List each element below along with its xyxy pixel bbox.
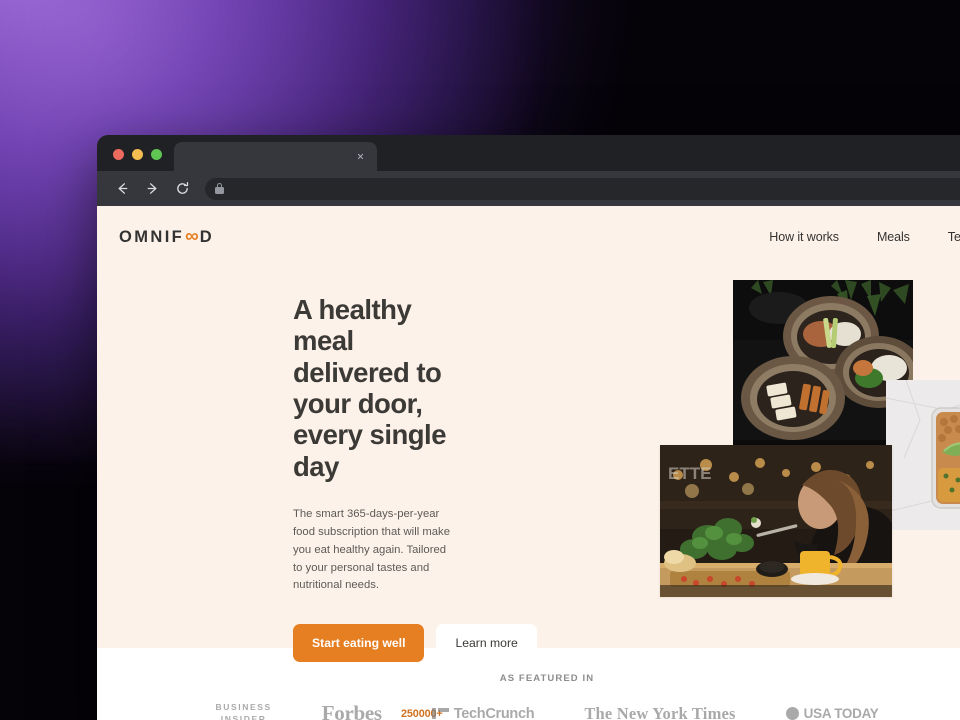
maximize-window-button[interactable]	[151, 149, 162, 160]
address-bar[interactable]	[205, 177, 960, 200]
hero-section: OMNIF ∞ D How it works Meals Testi A hea…	[97, 206, 960, 720]
hero-cta-group: Start eating well Learn more	[293, 624, 537, 663]
start-eating-well-button[interactable]: Start eating well	[293, 624, 425, 663]
logo-text-prefix: OMNIF	[119, 227, 185, 246]
browser-toolbar	[97, 171, 960, 206]
featured-brand-logos: BUSINESS INSIDER Forbes TechCrunch The N…	[97, 701, 960, 720]
arrow-left-icon	[118, 183, 127, 194]
omnifood-logo[interactable]: OMNIF ∞ D	[119, 226, 214, 248]
svg-text:ETTE: ETTE	[668, 464, 711, 483]
brand-usa-today-label: USA TODAY	[803, 706, 879, 720]
brand-business-insider-line2: INSIDER	[220, 713, 267, 720]
featured-in-heading: AS FEATURED IN	[499, 673, 595, 684]
brand-usa-today: USA TODAY	[785, 706, 879, 720]
hero-text-block: A healthy meal delivered to your door, e…	[97, 294, 537, 720]
brand-techcrunch-label: TechCrunch	[453, 705, 535, 720]
web-page: OMNIF ∞ D How it works Meals Testi A hea…	[97, 206, 960, 720]
padlock-icon	[215, 183, 224, 194]
arrow-right-icon	[147, 183, 156, 194]
forward-button[interactable]	[137, 174, 167, 204]
brand-business-insider-line1: BUSINESS	[215, 702, 272, 713]
brand-techcrunch: TechCrunch	[431, 705, 535, 720]
window-traffic-lights	[97, 149, 174, 171]
hero-description: The smart 365-days-per-year food subscri…	[293, 508, 450, 592]
nav-link-how-it-works[interactable]: How it works	[769, 230, 839, 244]
infinity-icon: ∞	[185, 226, 199, 247]
brand-forbes: Forbes	[321, 701, 382, 720]
browser-tab[interactable]: ×	[174, 142, 377, 171]
photo-woman-image: ETTE	[660, 445, 892, 597]
brand-business-insider: BUSINESS INSIDER	[216, 702, 272, 720]
logo-text-suffix: D	[199, 227, 215, 246]
minimize-window-button[interactable]	[132, 149, 143, 160]
hero-image-collage: ETTE	[660, 280, 960, 620]
photo-containers	[886, 380, 960, 530]
learn-more-button[interactable]: Learn more	[436, 624, 537, 663]
page-title: A healthy meal delivered to your door, e…	[293, 294, 446, 482]
back-button[interactable]	[107, 174, 137, 204]
photo-woman: ETTE	[660, 445, 892, 597]
hero: A healthy meal delivered to your door, e…	[97, 268, 960, 720]
techcrunch-mark-icon	[431, 708, 449, 719]
nav-link-testimonials[interactable]: Testi	[948, 230, 960, 244]
photo-containers-image	[886, 380, 960, 530]
browser-window: × OMNIF ∞ D How it works Meals Te A heal…	[97, 135, 960, 720]
nav-link-meals[interactable]: Meals	[877, 230, 910, 244]
brand-new-york-times: The New York Times	[584, 703, 736, 720]
site-header: OMNIF ∞ D How it works Meals Testi	[97, 206, 960, 268]
main-navigation: How it works Meals Testi	[769, 230, 960, 244]
reload-icon	[176, 182, 188, 194]
close-icon[interactable]: ×	[354, 150, 367, 163]
browser-tab-strip: ×	[97, 135, 960, 171]
reload-button[interactable]	[167, 174, 197, 204]
usa-today-dot-icon	[785, 707, 799, 720]
close-window-button[interactable]	[113, 149, 124, 160]
